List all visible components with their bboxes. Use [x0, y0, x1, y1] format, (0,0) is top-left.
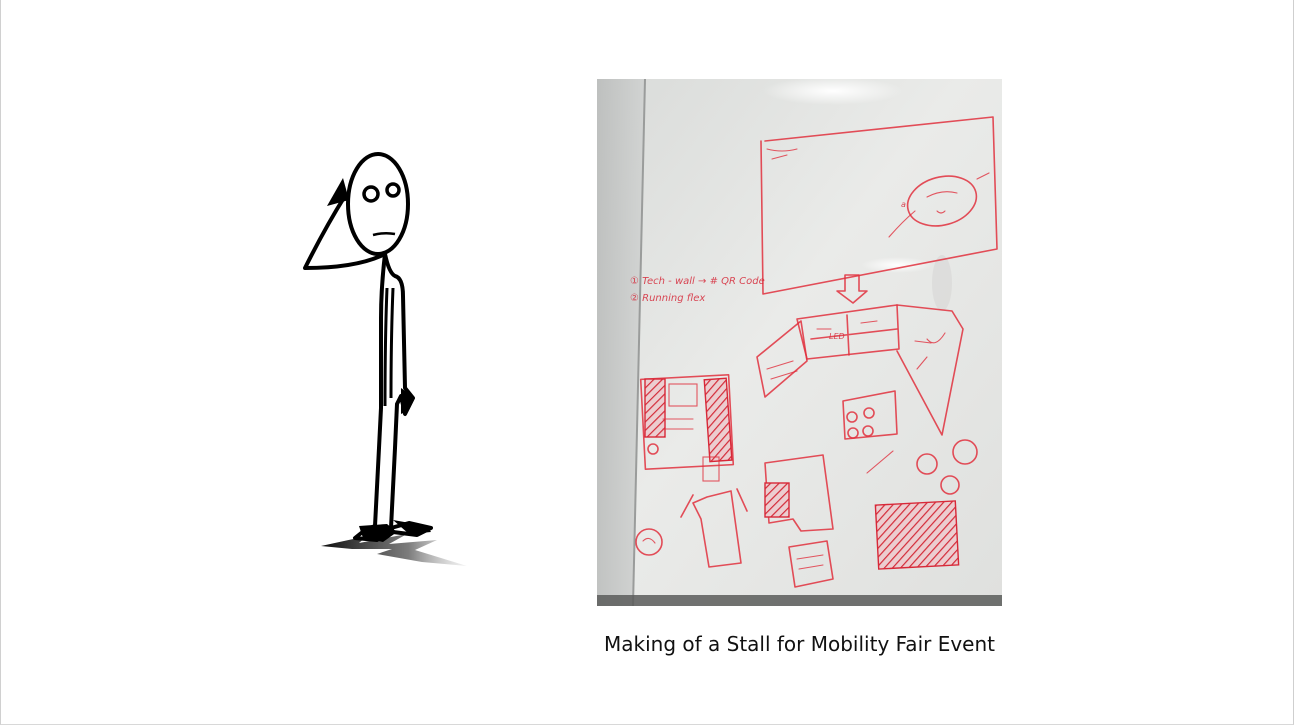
stick-figure-thinking-icon	[303, 152, 467, 566]
board-note-2: ② Running flex	[630, 293, 705, 304]
presentation-slide: a ① Tech - wall → # QR Code ② Running fl…	[0, 0, 1294, 725]
slide-caption: Making of a Stall for Mobility Fair Even…	[604, 632, 995, 656]
svg-text:LED: LED	[829, 332, 845, 341]
board-note-1: ① Tech - wall → # QR Code	[630, 276, 765, 287]
whiteboard-sketch-photo: a ① Tech - wall → # QR Code ② Running fl…	[597, 79, 1002, 606]
svg-text:a: a	[901, 200, 906, 209]
